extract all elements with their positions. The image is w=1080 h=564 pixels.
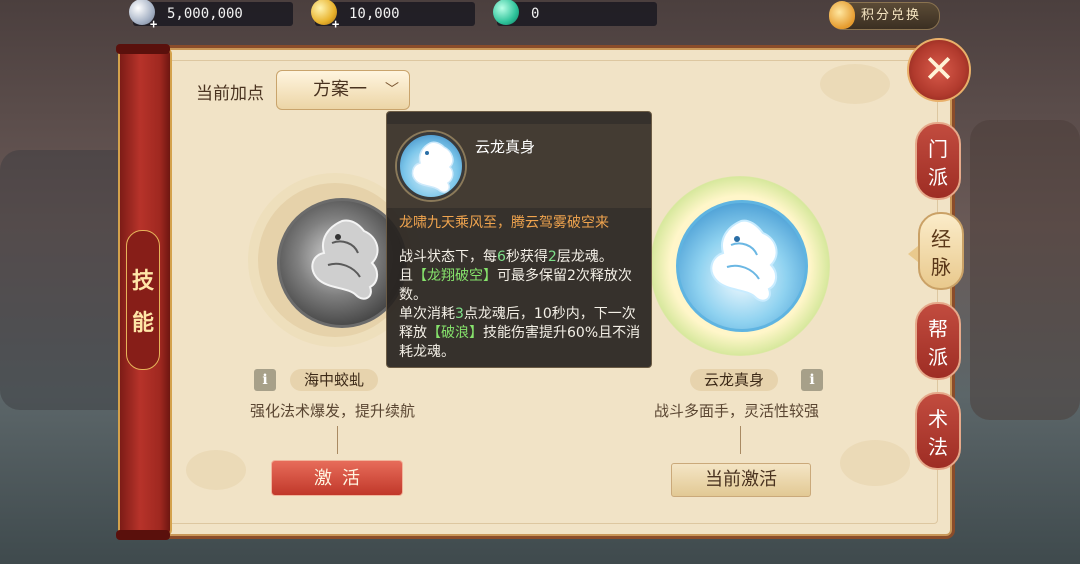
divider-line — [740, 426, 741, 454]
tooltip-paragraph: 单次消耗3点龙魂后，10秒内，下一次释放【破浪】技能伤害提升60%且不消耗龙魂。 — [399, 305, 643, 362]
close-button[interactable]: ✕ — [907, 38, 971, 102]
gold-resource[interactable]: + 10,000 — [311, 0, 475, 31]
tooltip-text: 且 — [399, 268, 413, 284]
divider-line — [337, 426, 338, 454]
background-shape — [970, 120, 1080, 420]
chevron-down-icon: ﹀ — [385, 82, 399, 98]
money-bag-icon — [829, 1, 855, 29]
current-active-button[interactable]: 当前激活 — [671, 463, 811, 497]
tooltip-text: 单次消耗 — [399, 306, 455, 322]
silver-amount: 5,000,000 — [167, 6, 243, 22]
cloud-dragon-icon — [710, 219, 778, 302]
tab-label: 法 — [928, 435, 948, 459]
tooltip-keyword: 【龙翔破空】 — [413, 268, 497, 284]
close-icon: ✕ — [923, 47, 955, 91]
tooltip-text: 秒获得 — [505, 249, 548, 265]
tab-spells[interactable]: 术 法 — [915, 392, 961, 470]
tab-label: 经 — [931, 227, 951, 251]
active-tab-arrow — [908, 246, 918, 262]
jade-amount: 0 — [531, 6, 540, 22]
skill-tooltip: 云龙真身 龙啸九天乘风至，腾云驾雾破空来 战斗状态下，每6秒获得2层龙魂。 且【… — [386, 111, 652, 368]
silver-resource[interactable]: + 5,000,000 — [129, 0, 293, 31]
scroll-cap — [116, 530, 170, 540]
tab-guild[interactable]: 帮 派 — [915, 302, 961, 380]
tooltip-text: 层龙魂。 — [556, 249, 613, 265]
right-skill-orb[interactable] — [676, 200, 808, 332]
cloud-decoration — [186, 450, 246, 490]
tab-label: 派 — [928, 165, 948, 189]
plan-dropdown-value: 方案一 — [313, 79, 367, 100]
left-skill-description: 强化法术爆发，提升续航 — [250, 402, 416, 420]
resource-bar: + 5,000,000 + 10,000 0 积分兑换 — [0, 0, 1080, 31]
cloud-dragon-icon — [411, 141, 454, 194]
activate-button[interactable]: 激活 — [271, 460, 403, 496]
points-exchange-button[interactable]: 积分兑换 — [829, 1, 940, 30]
right-skill-info-icon[interactable]: i — [801, 369, 823, 391]
tooltip-body: 战斗状态下，每6秒获得2层龙魂。 且【龙翔破空】可最多保留2次释放次数。 单次消… — [399, 248, 643, 362]
plus-icon: + — [332, 17, 340, 31]
tooltip-paragraph: 战斗状态下，每6秒获得2层龙魂。 — [399, 248, 643, 267]
scroll-title-char: 技 — [131, 269, 154, 294]
tab-label: 脉 — [931, 255, 951, 279]
left-skill-name: 海中蛟虬 — [290, 369, 379, 391]
jade-resource[interactable]: 0 — [493, 0, 657, 26]
tab-label: 门 — [928, 137, 948, 161]
tooltip-number: 2 — [547, 249, 557, 265]
tab-sect[interactable]: 门 派 — [915, 122, 961, 200]
tooltip-motto: 龙啸九天乘风至，腾云驾雾破空来 — [399, 215, 609, 231]
tooltip-text: 战斗状态下，每 — [399, 249, 497, 265]
scroll-title: 技 能 — [126, 230, 160, 370]
right-skill-description: 战斗多面手，灵活性较强 — [654, 402, 820, 420]
tooltip-number: 6 — [497, 249, 506, 265]
jade-icon — [493, 0, 519, 25]
tooltip-keyword: 【破浪】 — [427, 325, 483, 341]
tab-label: 术 — [928, 407, 948, 431]
tooltip-skill-icon — [397, 132, 465, 200]
cloud-decoration — [840, 440, 910, 486]
tab-meridian[interactable]: 经 脉 — [918, 212, 964, 290]
plus-icon: + — [150, 17, 158, 31]
tooltip-title: 云龙真身 — [475, 138, 536, 156]
right-skill-name: 云龙真身 — [690, 369, 779, 391]
current-plan-label: 当前加点 — [196, 84, 264, 104]
cloud-decoration — [820, 64, 890, 104]
gold-amount: 10,000 — [349, 6, 400, 22]
skill-scroll-banner: 技 能 — [116, 44, 172, 540]
tab-label: 帮 — [928, 317, 948, 341]
tab-label: 派 — [928, 345, 948, 369]
left-skill-info-icon[interactable]: i — [254, 369, 276, 391]
grey-dragon-icon — [311, 219, 379, 300]
scroll-cap — [116, 44, 170, 54]
scroll-title-char: 能 — [131, 311, 154, 336]
tooltip-number: 3 — [455, 306, 464, 322]
tooltip-paragraph: 且【龙翔破空】可最多保留2次释放次数。 — [399, 267, 643, 305]
points-exchange-label: 积分兑换 — [861, 8, 922, 23]
plan-dropdown[interactable]: 方案一 ﹀ — [276, 70, 410, 110]
